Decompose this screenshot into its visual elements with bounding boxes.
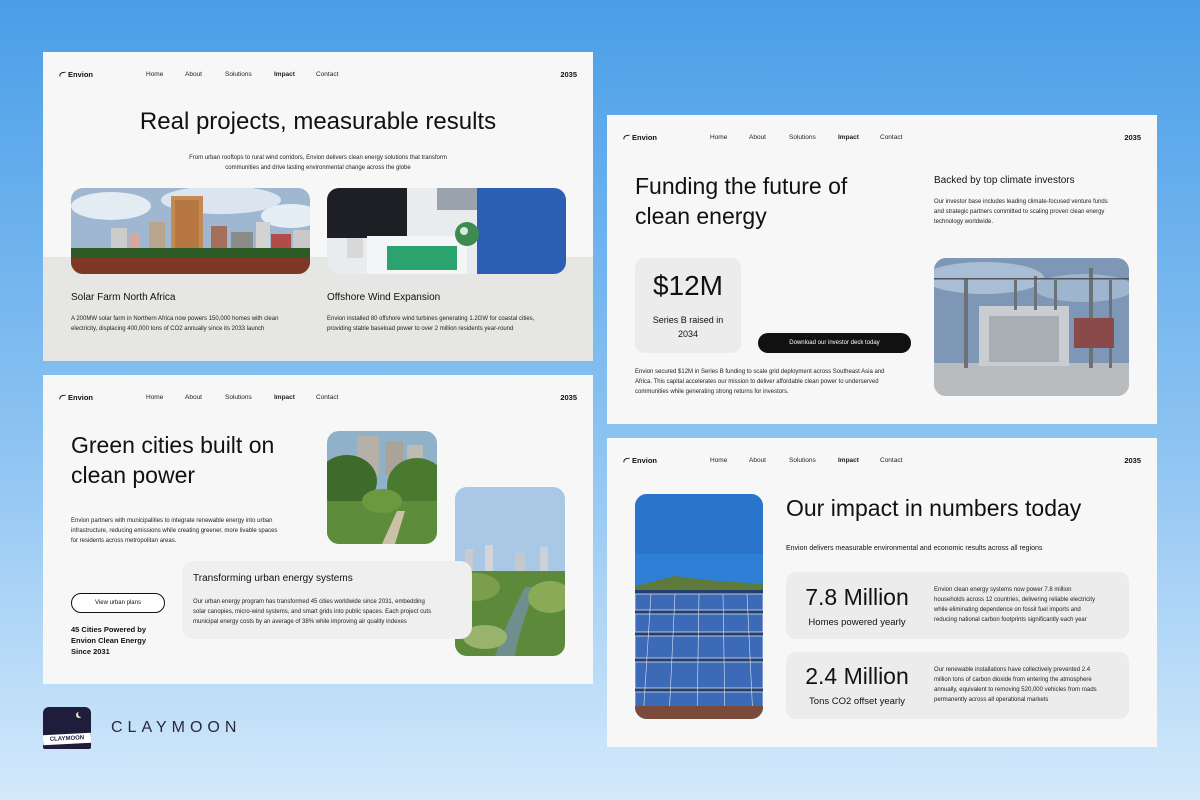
nav-solutions[interactable]: Solutions xyxy=(225,394,274,401)
nav-home[interactable]: Home xyxy=(710,134,749,141)
page-title: Our impact in numbers today xyxy=(786,495,1082,521)
nav-bar: Envion Home About Solutions Impact Conta… xyxy=(607,438,1157,482)
brand-name: CLAYMOON xyxy=(111,719,242,736)
nav-impact[interactable]: Impact xyxy=(838,134,880,141)
moon-icon xyxy=(78,711,84,717)
cities-stat: 45 Cities Powered by Envion Clean Energy… xyxy=(71,625,147,656)
nav-year: 2035 xyxy=(1124,132,1141,142)
nav-solutions[interactable]: Solutions xyxy=(225,71,274,78)
logo[interactable]: Envion xyxy=(622,456,657,465)
logo-icon xyxy=(58,71,67,77)
nav-contact[interactable]: Contact xyxy=(880,134,902,141)
logo[interactable]: Envion xyxy=(58,70,93,79)
nav-contact[interactable]: Contact xyxy=(316,394,338,401)
nav-about[interactable]: About xyxy=(749,457,789,464)
page-title: Funding the future of clean energy xyxy=(635,173,848,229)
meeting-photo xyxy=(327,188,566,274)
homes-stat-label: Homes powered yearly xyxy=(808,617,906,628)
homes-stat-card: 7.8 Million Homes powered yearly Envion … xyxy=(786,572,1129,639)
nav-home[interactable]: Home xyxy=(146,394,185,401)
nav-about[interactable]: About xyxy=(749,134,789,141)
city-photo xyxy=(71,188,310,274)
funding-stat-label: Series B raised in 2034 xyxy=(652,315,724,339)
solar-panels-photo xyxy=(635,494,763,719)
nav-year: 2035 xyxy=(560,69,577,79)
logo-icon xyxy=(622,134,631,140)
nav-contact[interactable]: Contact xyxy=(316,71,338,78)
nav-year: 2035 xyxy=(560,392,577,402)
nav-contact[interactable]: Contact xyxy=(880,457,902,464)
nav-bar: Envion Home About Solutions Impact Conta… xyxy=(43,375,593,419)
co2-stat-card: 2.4 Million Tons CO2 offset yearly Our r… xyxy=(786,652,1129,719)
co2-stat-desc: Our renewable installations have collect… xyxy=(934,667,1097,703)
nav-bar: Envion Home About Solutions Impact Conta… xyxy=(607,115,1157,159)
page-title: Green cities built on clean power xyxy=(71,432,275,488)
logo[interactable]: Envion xyxy=(58,393,93,402)
project-desc-wind: Envion installed 80 offshore wind turbin… xyxy=(327,316,535,332)
panel-real-projects: Envion Home About Solutions Impact Conta… xyxy=(43,52,593,361)
substation-photo xyxy=(934,258,1129,396)
project-title-solar: Solar Farm North Africa xyxy=(71,292,176,303)
nav-impact[interactable]: Impact xyxy=(274,71,316,78)
nav-year: 2035 xyxy=(1124,455,1141,465)
nav-about[interactable]: About xyxy=(185,394,225,401)
nav-solutions[interactable]: Solutions xyxy=(789,134,838,141)
investors-title: Backed by top climate investors xyxy=(934,175,1075,186)
urban-energy-box: Transforming urban energy systems Our ur… xyxy=(182,561,472,639)
download-deck-button[interactable]: Download our investor deck today xyxy=(758,333,911,353)
urban-energy-desc: Our urban energy program has transformed… xyxy=(193,599,432,625)
logo-icon xyxy=(58,394,67,400)
nav-links: Home About Solutions Impact Contact xyxy=(710,134,902,141)
impact-subtitle: Envion delivers measurable environmental… xyxy=(786,545,1043,552)
panel-funding: Envion Home About Solutions Impact Conta… xyxy=(607,115,1157,424)
panel-green-cities: Envion Home About Solutions Impact Conta… xyxy=(43,375,593,684)
panel-impact: Envion Home About Solutions Impact Conta… xyxy=(607,438,1157,747)
nav-impact[interactable]: Impact xyxy=(274,394,316,401)
co2-stat-label: Tons CO2 offset yearly xyxy=(809,696,905,707)
homes-stat-desc: Envion clean energy systems now power 7.… xyxy=(934,587,1096,623)
nav-links: Home About Solutions Impact Contact xyxy=(710,457,902,464)
nav-solutions[interactable]: Solutions xyxy=(789,457,838,464)
nav-home[interactable]: Home xyxy=(710,457,749,464)
funding-desc: Envion secured $12M in Series B funding … xyxy=(635,369,885,395)
logo[interactable]: Envion xyxy=(622,133,657,142)
urban-energy-title: Transforming urban energy systems xyxy=(193,573,353,584)
nav-impact[interactable]: Impact xyxy=(838,457,880,464)
brand-badge-text: CLAYMOON xyxy=(43,732,91,746)
funding-stat-value: $12M xyxy=(652,270,724,301)
nav-links: Home About Solutions Impact Contact xyxy=(146,394,338,401)
homes-stat-value: 7.8 Million xyxy=(805,584,909,610)
project-desc-solar: A 200MW solar farm in Northern Africa no… xyxy=(71,316,279,332)
logo-icon xyxy=(622,457,631,463)
investors-desc: Our investor base includes leading clima… xyxy=(934,199,1108,225)
park-photo xyxy=(327,431,437,544)
brand-badge: CLAYMOON xyxy=(43,707,91,749)
nav-about[interactable]: About xyxy=(185,71,225,78)
nav-home[interactable]: Home xyxy=(146,71,185,78)
nav-links: Home About Solutions Impact Contact xyxy=(146,71,338,78)
project-title-wind: Offshore Wind Expansion xyxy=(327,292,441,303)
view-urban-plans-button[interactable]: View urban plans xyxy=(71,593,165,613)
nav-bar: Envion Home About Solutions Impact Conta… xyxy=(43,52,593,96)
page-subtitle: From urban rooftops to rural wind corrid… xyxy=(189,155,447,171)
cities-desc: Envion partners with municipalities to i… xyxy=(71,518,278,544)
page-title: Real projects, measurable results xyxy=(139,108,497,135)
funding-stat-card: $12M Series B raised in 2034 xyxy=(635,258,741,353)
co2-stat-value: 2.4 Million xyxy=(805,663,909,689)
